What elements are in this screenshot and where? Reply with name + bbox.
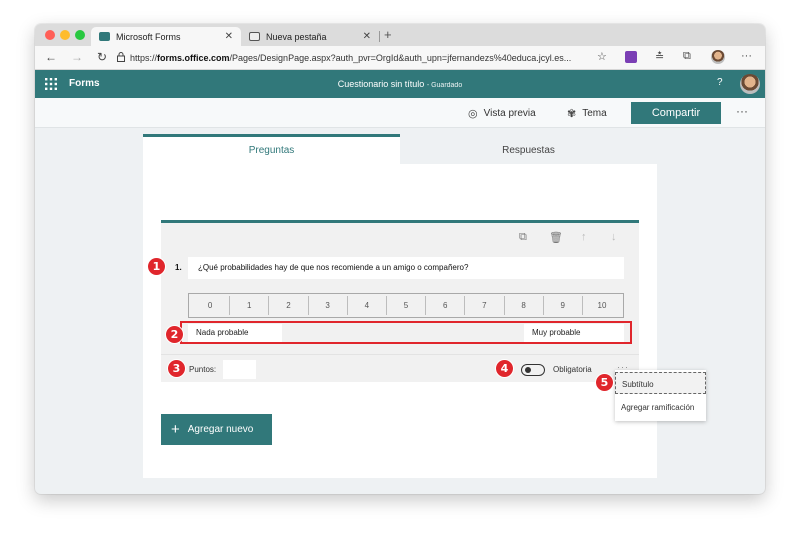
theme-label: Tema: [582, 108, 607, 119]
question-text-input[interactable]: ¿Qué probabilidades hay de que nos recom…: [188, 257, 624, 279]
command-bar: ◎ Vista previa ✾ Tema Compartir ···: [35, 98, 765, 128]
tab-label: Nueva pestaña: [266, 31, 327, 42]
copy-question-icon[interactable]: ⧉: [519, 231, 527, 244]
scale-option[interactable]: 8: [503, 296, 543, 315]
help-button[interactable]: ?: [717, 77, 723, 88]
forward-icon[interactable]: →: [71, 50, 83, 64]
scale-option[interactable]: 6: [425, 296, 464, 315]
question-options-menu: Subtítulo Agregar ramificación: [615, 370, 706, 421]
tab-separator: [379, 31, 380, 42]
scale-option[interactable]: 7: [464, 296, 503, 315]
preview-button[interactable]: ◎ Vista previa: [468, 107, 536, 120]
tab-responses[interactable]: Respuestas: [400, 134, 657, 164]
browser-window: Microsoft Forms ✕ Nueva pestaña ✕ + ← → …: [35, 24, 765, 494]
page-favicon-icon: [249, 32, 260, 41]
tab-questions[interactable]: Preguntas: [143, 134, 400, 164]
document-title: Cuestionario sin título - Guardado: [35, 79, 765, 89]
menu-item-branching[interactable]: Agregar ramificación: [615, 396, 706, 418]
toggle-knob: [525, 367, 531, 373]
lock-icon: [117, 52, 125, 62]
tab-nueva-pestana[interactable]: Nueva pestaña ✕: [241, 27, 379, 46]
preview-label: Vista previa: [483, 108, 536, 119]
question-footer: Puntos: Obligatoria ···: [161, 354, 639, 382]
close-tab-icon[interactable]: ✕: [363, 31, 371, 42]
minimize-window-button[interactable]: [60, 30, 70, 40]
user-avatar[interactable]: [740, 74, 760, 94]
annotation-badge: 1: [148, 258, 165, 275]
collections-icon[interactable]: ⧉: [683, 50, 691, 63]
refresh-icon[interactable]: ↻: [97, 50, 107, 64]
points-label: Puntos:: [189, 365, 217, 374]
more-options-icon[interactable]: ···: [736, 104, 748, 118]
form-tabs: Preguntas Respuestas: [143, 134, 657, 164]
new-tab-button[interactable]: +: [384, 27, 392, 42]
url-field[interactable]: https://forms.office.com/Pages/DesignPag…: [130, 53, 571, 63]
forms-app-bar: Forms Cuestionario sin título - Guardado…: [35, 70, 765, 98]
required-label: Obligatoria: [553, 365, 592, 374]
move-up-icon[interactable]: ↑: [581, 231, 587, 243]
scale-option[interactable]: 0: [191, 296, 229, 315]
maximize-window-button[interactable]: [75, 30, 85, 40]
close-window-button[interactable]: [45, 30, 55, 40]
extension-icon[interactable]: [625, 51, 637, 63]
eye-icon: ◎: [468, 108, 478, 120]
tab-label: Microsoft Forms: [116, 31, 181, 42]
form-designer-card: Preguntas Respuestas ⧉ 🗑 ↑ ↓ 1. ¿Qué pro…: [143, 134, 657, 478]
close-tab-icon[interactable]: ✕: [225, 31, 233, 42]
points-input[interactable]: [223, 360, 256, 379]
back-icon[interactable]: ←: [45, 50, 57, 64]
scale-option[interactable]: 5: [385, 296, 425, 315]
url-path: /Pages/DesignPage.aspx?auth_pvr=OrgId&au…: [229, 53, 572, 63]
favorites-list-icon[interactable]: ≛: [655, 50, 664, 63]
annotation-badge: 3: [168, 360, 185, 377]
scale-option[interactable]: 4: [346, 296, 386, 315]
save-status: - Guardado: [426, 82, 463, 89]
question-number: 1.: [175, 263, 182, 272]
document-title-text: Cuestionario sin título: [337, 79, 425, 89]
plus-icon: +: [171, 421, 180, 438]
scale-option[interactable]: 9: [542, 296, 582, 315]
move-down-icon[interactable]: ↓: [611, 231, 617, 243]
tab-microsoft-forms[interactable]: Microsoft Forms ✕: [91, 27, 241, 46]
theme-button[interactable]: ✾ Tema: [567, 107, 607, 120]
profile-avatar[interactable]: [711, 50, 725, 64]
scale-option[interactable]: 3: [307, 296, 347, 315]
annotation-badge: 4: [496, 360, 513, 377]
add-new-label: Agregar nuevo: [187, 424, 254, 435]
address-bar: ← → ↻ https://forms.office.com/Pages/Des…: [35, 46, 765, 70]
annotation-badge: 2: [166, 326, 183, 343]
required-toggle[interactable]: [521, 364, 545, 376]
delete-question-icon[interactable]: 🗑: [549, 231, 563, 244]
forms-favicon-icon: [99, 32, 110, 41]
tab-strip: Microsoft Forms ✕ Nueva pestaña ✕ +: [35, 24, 765, 46]
favorite-star-icon[interactable]: ☆: [597, 50, 607, 63]
url-host: forms.office.com: [157, 53, 230, 63]
scale-option[interactable]: 2: [268, 296, 307, 315]
scale-option[interactable]: 10: [581, 296, 621, 315]
palette-icon: ✾: [567, 108, 577, 120]
nps-scale: 0 1 2 3 4 5 6 7 8 9 10: [188, 293, 624, 318]
share-button[interactable]: Compartir: [631, 102, 721, 124]
add-new-button[interactable]: + Agregar nuevo: [161, 414, 272, 445]
scale-option[interactable]: 1: [229, 296, 268, 315]
menu-item-subtitle[interactable]: Subtítulo: [615, 372, 706, 394]
url-prefix: https://: [130, 53, 158, 63]
highlight-box: [180, 321, 632, 344]
question-card[interactable]: ⧉ 🗑 ↑ ↓ 1. ¿Qué probabilidades hay de qu…: [161, 220, 639, 354]
browser-menu-icon[interactable]: ···: [741, 50, 752, 62]
annotation-badge: 5: [596, 374, 613, 391]
